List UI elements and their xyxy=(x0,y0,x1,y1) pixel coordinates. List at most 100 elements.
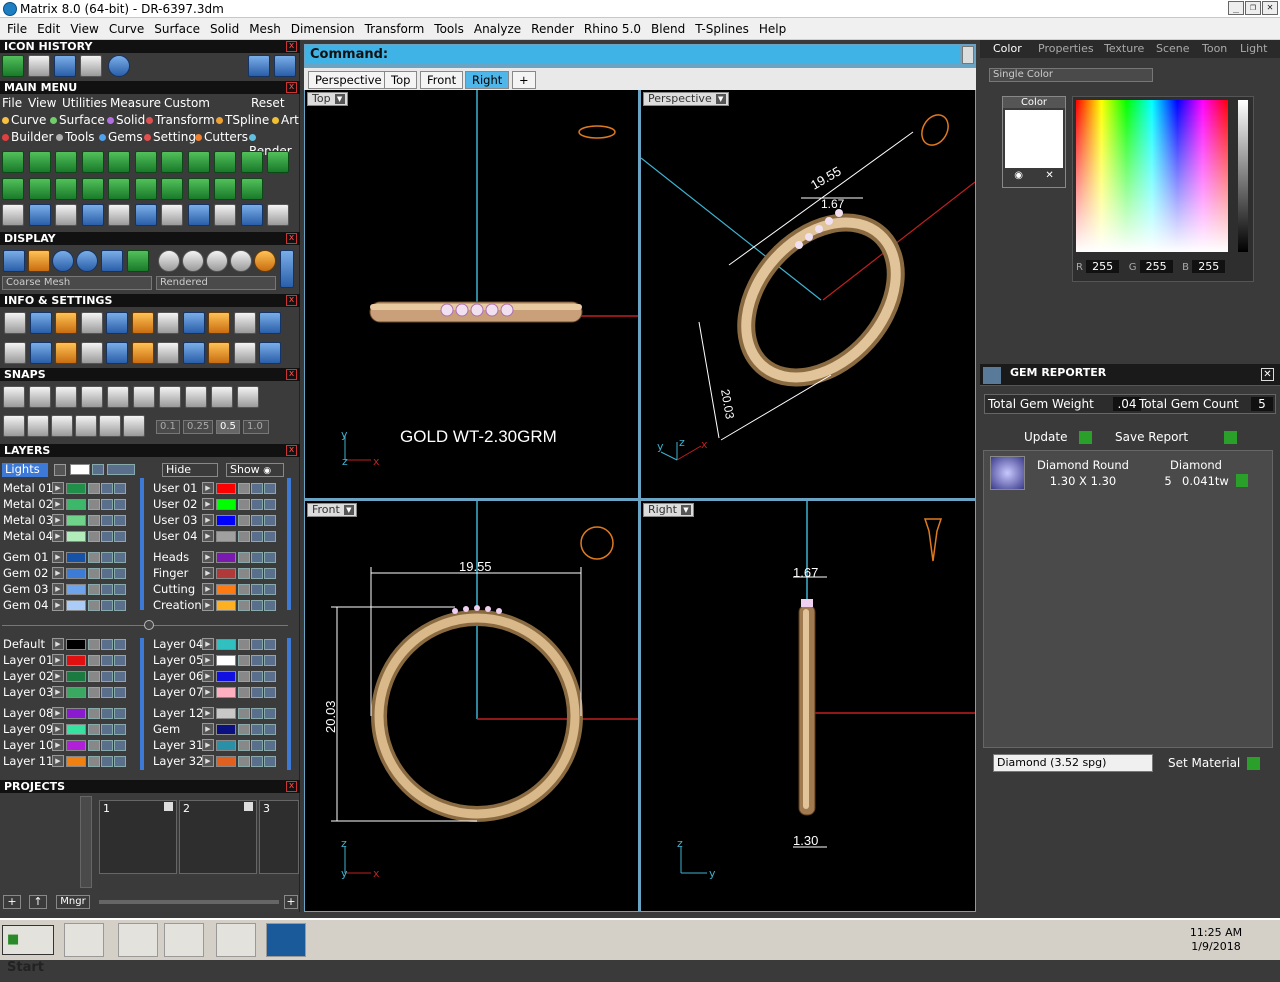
update-button[interactable]: Update xyxy=(1024,430,1092,446)
menu-edit[interactable]: Edit xyxy=(32,22,65,36)
tab-right[interactable]: Right xyxy=(465,71,510,89)
snap-int-icon[interactable] xyxy=(133,386,155,408)
close-button[interactable]: ✕ xyxy=(1262,1,1278,15)
menu-render[interactable]: Render xyxy=(526,22,579,36)
layer-arrow-icon[interactable]: ▶ xyxy=(202,530,214,542)
layer-arrow-icon[interactable]: ▶ xyxy=(202,482,214,494)
visibility-icon[interactable] xyxy=(251,638,263,650)
viewport-right-label[interactable]: Right ▼ xyxy=(643,503,694,517)
tab-top[interactable]: Top xyxy=(384,71,418,89)
layer-row[interactable]: User 04 ▶ xyxy=(150,529,277,543)
layer-color-swatch[interactable] xyxy=(216,638,236,650)
layer-arrow-icon[interactable]: ▶ xyxy=(52,514,64,526)
layer-color-swatch[interactable] xyxy=(216,707,236,719)
visibility-icon[interactable] xyxy=(101,530,113,542)
lock-icon[interactable] xyxy=(238,551,250,563)
visibility-icon[interactable] xyxy=(101,739,113,751)
layer-color-swatch[interactable] xyxy=(66,723,86,735)
lock-icon[interactable] xyxy=(88,739,100,751)
mesh-quality-select[interactable]: Coarse Mesh xyxy=(2,276,152,290)
layer-toggle-icon[interactable] xyxy=(114,551,126,563)
notes-icon[interactable] xyxy=(106,312,128,334)
cat-solid[interactable]: Solid xyxy=(107,113,145,127)
lock-icon[interactable] xyxy=(88,638,100,650)
layer-toggle-icon[interactable] xyxy=(114,638,126,650)
snap-mid-icon[interactable] xyxy=(81,386,103,408)
tab-texture[interactable]: Texture xyxy=(1104,42,1144,56)
save-icon[interactable] xyxy=(80,55,102,77)
curve-3-icon[interactable] xyxy=(55,151,77,173)
visibility-icon[interactable] xyxy=(251,723,263,735)
layer-toggle-icon[interactable] xyxy=(264,755,276,767)
brightness-slider[interactable] xyxy=(1238,100,1248,252)
lock-icon[interactable] xyxy=(238,514,250,526)
gem-reporter-close-icon[interactable]: ✕ xyxy=(1261,368,1274,381)
lock-icon[interactable] xyxy=(238,739,250,751)
visibility-icon[interactable] xyxy=(101,638,113,650)
menu-curve[interactable]: Curve xyxy=(104,22,149,36)
menu-rhino[interactable]: Rhino 5.0 xyxy=(579,22,646,36)
layer-color-swatch[interactable] xyxy=(216,551,236,563)
visibility-icon[interactable] xyxy=(101,551,113,563)
layer-scrollbar[interactable] xyxy=(140,478,144,610)
layer-arrow-icon[interactable]: ▶ xyxy=(202,638,214,650)
lock-icon[interactable] xyxy=(88,755,100,767)
layer-arrow-icon[interactable]: ▶ xyxy=(202,514,214,526)
visibility-icon[interactable] xyxy=(251,583,263,595)
layer-color-swatch[interactable] xyxy=(66,755,86,767)
fillet-icon[interactable] xyxy=(55,204,77,226)
visibility-icon[interactable] xyxy=(101,583,113,595)
viewport-front-label[interactable]: Front ▼ xyxy=(307,503,357,517)
paint-icon[interactable] xyxy=(216,923,256,957)
grid-icon[interactable] xyxy=(2,55,24,77)
color-wheel-icon[interactable]: ◉ xyxy=(1014,170,1023,181)
layer-row[interactable]: Default ▶ xyxy=(0,637,127,651)
lock-icon[interactable] xyxy=(238,583,250,595)
viewport-front[interactable]: 19.55 20.03 z y x Front ▼ xyxy=(305,501,638,911)
menu-mesh[interactable]: Mesh xyxy=(244,22,286,36)
lock-icon[interactable] xyxy=(238,707,250,719)
frame-2-icon[interactable] xyxy=(233,312,256,334)
file-explorer-icon[interactable] xyxy=(64,923,104,957)
snap-grid-icon[interactable] xyxy=(3,415,25,437)
visibility-icon[interactable] xyxy=(251,686,263,698)
layer-toggle-icon[interactable] xyxy=(114,514,126,526)
snap-cen-icon[interactable] xyxy=(107,386,129,408)
layer-toggle-icon[interactable] xyxy=(114,567,126,579)
visibility-icon[interactable] xyxy=(251,514,263,526)
mm-measure[interactable]: Measure xyxy=(110,96,161,110)
leaf-icon[interactable] xyxy=(187,151,210,173)
explode-icon[interactable] xyxy=(161,204,183,226)
layer-row[interactable]: Layer 12 ▶ xyxy=(150,706,277,720)
layer-row[interactable]: User 02 ▶ xyxy=(150,497,277,511)
internet-explorer-icon[interactable] xyxy=(118,923,158,957)
layer-row[interactable]: Metal 04 ▶ xyxy=(0,529,127,543)
lock-icon[interactable] xyxy=(238,670,250,682)
project-slot-1[interactable]: 1 xyxy=(99,800,177,874)
edit-icon[interactable] xyxy=(131,312,154,334)
layer-arrow-icon[interactable]: ▶ xyxy=(52,498,64,510)
layer-row[interactable]: Gem 02 ▶ xyxy=(0,566,127,580)
viewport-right[interactable]: 1.67 1.30 z y Right ▼ xyxy=(641,501,975,911)
project-slot-2[interactable]: 2 xyxy=(179,800,257,874)
curve-1-icon[interactable] xyxy=(2,151,24,173)
maximize-button[interactable]: ❐ xyxy=(1245,1,1261,15)
cage-icon[interactable] xyxy=(240,178,263,200)
layer-row[interactable]: Layer 31 ▶ xyxy=(150,738,277,752)
menu-blend[interactable]: Blend xyxy=(646,22,690,36)
box-icon[interactable] xyxy=(55,342,77,364)
cat-gems[interactable]: Gems xyxy=(99,130,143,144)
layer-color-swatch[interactable] xyxy=(66,638,86,650)
zoom-icon[interactable] xyxy=(29,312,52,334)
layer-row[interactable]: Metal 01 ▶ xyxy=(0,481,127,495)
layer-arrow-icon[interactable]: ▶ xyxy=(52,551,64,563)
layer-row[interactable]: Metal 03 ▶ xyxy=(0,513,127,527)
layer-color-swatch[interactable] xyxy=(66,739,86,751)
snap-quad-icon[interactable] xyxy=(211,386,233,408)
layer-row[interactable]: Layer 06 ▶ xyxy=(150,669,277,683)
twist-icon[interactable] xyxy=(161,178,183,200)
viewport-top-label[interactable]: Top ▼ xyxy=(307,92,348,106)
tab-perspective[interactable]: Perspective xyxy=(308,71,389,89)
column-icon[interactable] xyxy=(80,342,103,364)
mm-utilities[interactable]: Utilities xyxy=(62,96,107,110)
